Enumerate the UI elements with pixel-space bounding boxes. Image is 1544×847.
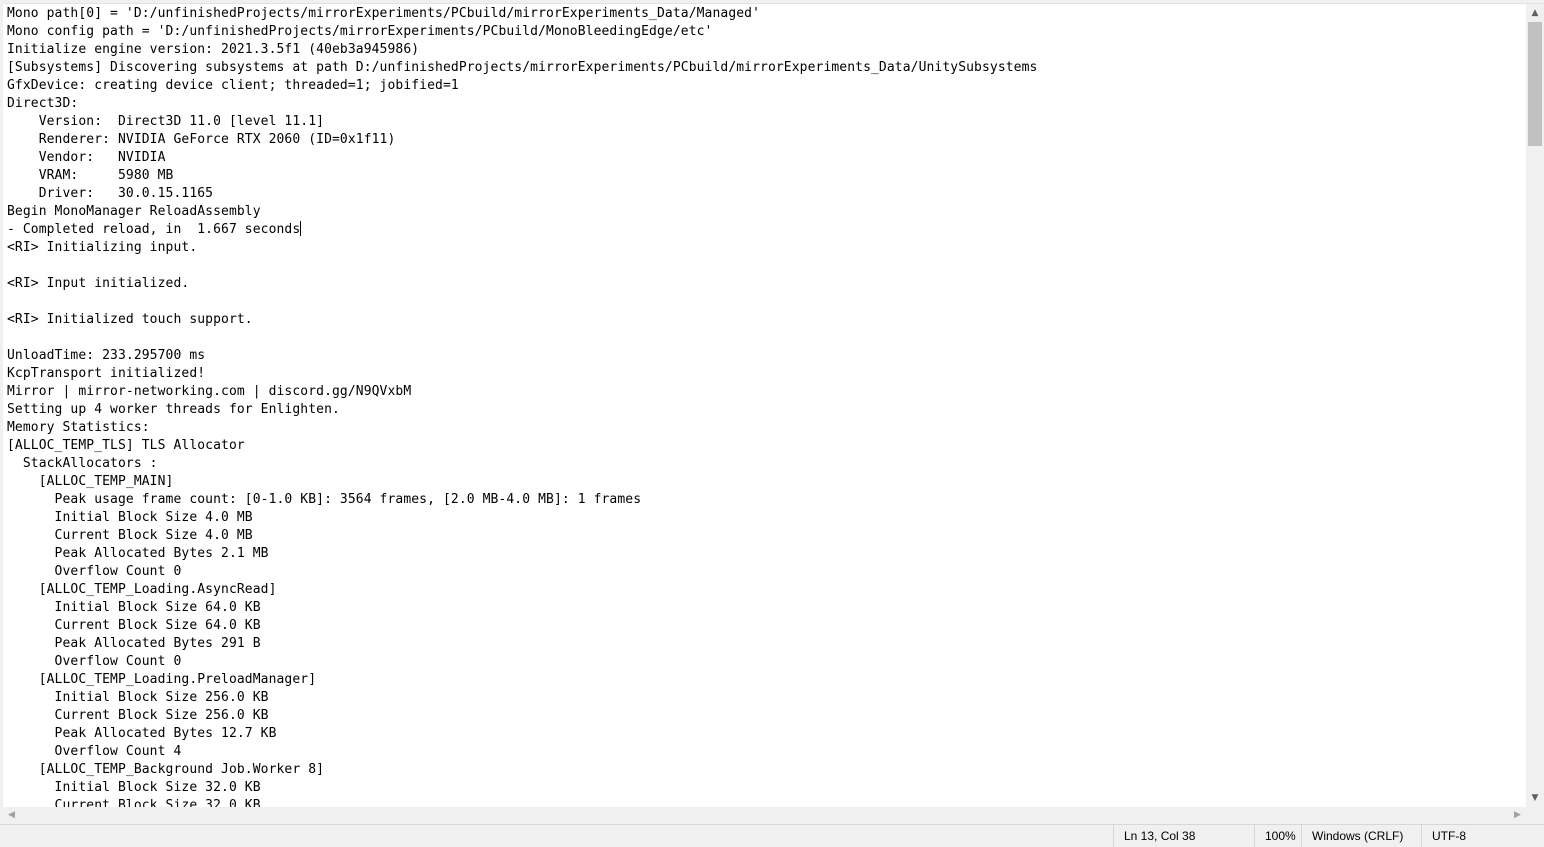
text-line[interactable]: Direct3D:: [7, 95, 78, 113]
text-line[interactable]: Initialize engine version: 2021.3.5f1 (4…: [7, 41, 419, 59]
text-line[interactable]: Initial Block Size 32.0 KB: [7, 779, 261, 797]
text-line[interactable]: Overflow Count 0: [7, 653, 182, 671]
text-line[interactable]: Version: Direct3D 11.0 [level 11.1]: [7, 113, 324, 131]
text-line[interactable]: [ALLOC_TEMP_MAIN]: [7, 473, 174, 491]
text-caret: [300, 221, 302, 236]
chevron-left-icon[interactable]: ◀: [3, 807, 20, 824]
horizontal-scrollbar[interactable]: ◀ ▶: [3, 807, 1526, 824]
text-line[interactable]: UnloadTime: 233.295700 ms: [7, 347, 205, 365]
chevron-down-icon[interactable]: ▼: [1526, 789, 1544, 807]
text-line[interactable]: <RI> Input initialized.: [7, 275, 189, 293]
status-zoom: 100%: [1254, 825, 1301, 847]
text-line[interactable]: GfxDevice: creating device client; threa…: [7, 77, 459, 95]
text-line[interactable]: VRAM: 5980 MB: [7, 167, 174, 185]
text-line[interactable]: StackAllocators :: [7, 455, 158, 473]
text-line[interactable]: Peak Allocated Bytes 2.1 MB: [7, 545, 269, 563]
status-cursor-position: Ln 13, Col 38: [1113, 825, 1254, 847]
status-encoding: UTF-8: [1421, 825, 1526, 847]
vertical-scroll-thumb[interactable]: [1528, 22, 1542, 146]
text-line[interactable]: Overflow Count 4: [7, 743, 182, 761]
scrollbar-corner: [1526, 807, 1544, 824]
text-line[interactable]: Initial Block Size 256.0 KB: [7, 689, 269, 707]
text-line[interactable]: Driver: 30.0.15.1165: [7, 185, 213, 203]
text-line[interactable]: Overflow Count 0: [7, 563, 182, 581]
text-line[interactable]: Mirror | mirror-networking.com | discord…: [7, 383, 411, 401]
text-line[interactable]: Begin MonoManager ReloadAssembly: [7, 203, 261, 221]
text-line[interactable]: [Subsystems] Discovering subsystems at p…: [7, 59, 1037, 77]
text-line[interactable]: Current Block Size 256.0 KB: [7, 707, 269, 725]
text-line[interactable]: Peak usage frame count: [0-1.0 KB]: 3564…: [7, 491, 641, 509]
text-line[interactable]: Peak Allocated Bytes 12.7 KB: [7, 725, 277, 743]
text-line[interactable]: Current Block Size 64.0 KB: [7, 617, 261, 635]
text-line[interactable]: Mono config path = 'D:/unfinishedProject…: [7, 23, 712, 41]
text-line[interactable]: [ALLOC_TEMP_Loading.AsyncRead]: [7, 581, 277, 599]
chevron-up-icon[interactable]: ▲: [1526, 4, 1544, 22]
text-editor-area[interactable]: Mono path[0] = 'D:/unfinishedProjects/mi…: [3, 4, 1526, 807]
vertical-scrollbar[interactable]: ▲ ▼: [1526, 4, 1544, 807]
notepad-window: Mono path[0] = 'D:/unfinishedProjects/mi…: [0, 0, 1544, 847]
text-line[interactable]: Initial Block Size 4.0 MB: [7, 509, 253, 527]
text-line[interactable]: <RI> Initializing input.: [7, 239, 197, 257]
text-line[interactable]: [ALLOC_TEMP_TLS] TLS Allocator: [7, 437, 245, 455]
text-line[interactable]: [ALLOC_TEMP_Background Job.Worker 8]: [7, 761, 324, 779]
text-line[interactable]: Peak Allocated Bytes 291 B: [7, 635, 261, 653]
status-line-ending: Windows (CRLF): [1301, 825, 1421, 847]
text-line[interactable]: Setting up 4 worker threads for Enlighte…: [7, 401, 340, 419]
chevron-right-icon[interactable]: ▶: [1509, 807, 1526, 824]
text-line[interactable]: Current Block Size 32.0 KB: [7, 797, 261, 807]
text-line[interactable]: KcpTransport initialized!: [7, 365, 205, 383]
text-line[interactable]: [ALLOC_TEMP_Loading.PreloadManager]: [7, 671, 316, 689]
text-line[interactable]: Initial Block Size 64.0 KB: [7, 599, 261, 617]
text-line[interactable]: Vendor: NVIDIA: [7, 149, 166, 167]
text-line[interactable]: Renderer: NVIDIA GeForce RTX 2060 (ID=0x…: [7, 131, 396, 149]
text-line[interactable]: Mono path[0] = 'D:/unfinishedProjects/mi…: [7, 5, 760, 23]
text-line[interactable]: - Completed reload, in 1.667 seconds: [7, 221, 302, 239]
text-line[interactable]: Memory Statistics:: [7, 419, 150, 437]
text-line[interactable]: Current Block Size 4.0 MB: [7, 527, 253, 545]
status-bar: Ln 13, Col 38 100% Windows (CRLF) UTF-8: [0, 824, 1544, 847]
text-line[interactable]: <RI> Initialized touch support.: [7, 311, 253, 329]
